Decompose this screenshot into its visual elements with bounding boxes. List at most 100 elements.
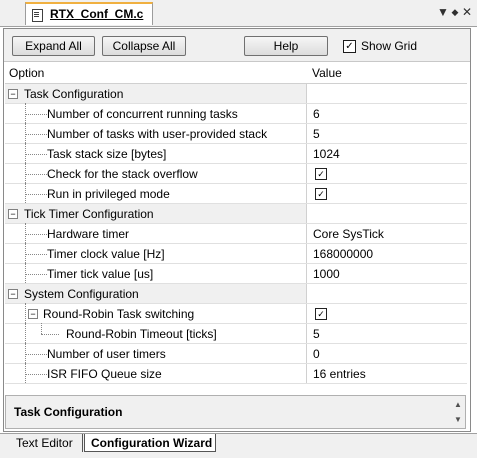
option-value: 6 <box>313 107 320 121</box>
option-label: Round-Robin Task switching <box>43 307 195 321</box>
option-cell: Task stack size [bytes] <box>5 143 307 163</box>
option-row[interactable]: Timer clock value [Hz] 168000000 <box>5 243 467 264</box>
tree-connector <box>25 183 26 203</box>
tree-connector <box>25 243 26 263</box>
option-row[interactable]: Timer tick value [us] 1000 <box>5 263 467 284</box>
option-label: Round-Robin Timeout [ticks] <box>66 327 217 341</box>
grid-header: Option Value <box>5 63 467 84</box>
tree-connector <box>25 254 47 255</box>
tree-connector <box>25 354 47 355</box>
help-button[interactable]: Help <box>244 36 328 56</box>
option-row[interactable]: Number of tasks with user-provided stack… <box>5 123 467 144</box>
option-checkbox[interactable]: ✓ <box>315 308 327 320</box>
option-cell: ISR FIFO Queue size <box>5 363 307 383</box>
option-cell: Number of tasks with user-provided stack <box>5 123 307 143</box>
expand-all-button[interactable]: Expand All <box>12 36 95 56</box>
tree-connector <box>25 263 26 283</box>
collapse-toggle-icon[interactable]: − <box>8 89 18 99</box>
tree-connector <box>25 363 26 383</box>
value-cell[interactable]: 0 <box>307 344 467 363</box>
collapse-toggle-icon[interactable]: − <box>8 289 18 299</box>
option-row[interactable]: Number of concurrent running tasks 6 <box>5 103 467 124</box>
tree-connector <box>25 303 26 323</box>
file-tab[interactable]: RTX_Conf_CM.c <box>25 2 153 25</box>
option-checkbox[interactable]: ✓ <box>315 188 327 200</box>
tree-connector <box>41 334 59 335</box>
collapse-toggle-icon[interactable]: − <box>8 209 18 219</box>
tree-connector <box>25 174 47 175</box>
option-row[interactable]: − Round-Robin Task switching ✓ <box>5 303 467 324</box>
tree-connector <box>25 223 26 243</box>
document-icon <box>32 9 43 22</box>
option-cell: − System Configuration <box>5 284 307 303</box>
value-cell[interactable]: ✓ <box>307 164 467 183</box>
file-tab-bar: RTX_Conf_CM.c ▼ ◆ ✕ <box>0 0 477 27</box>
collapse-all-button[interactable]: Collapse All <box>102 36 186 56</box>
tree-connector <box>25 343 26 363</box>
scroll-up-icon[interactable]: ▲ <box>453 400 463 410</box>
group-row[interactable]: − Task Configuration <box>5 84 467 104</box>
value-cell[interactable]: 168000000 <box>307 244 467 263</box>
option-cell: Timer clock value [Hz] <box>5 243 307 263</box>
tree-connector <box>25 274 47 275</box>
option-label: Run in privileged mode <box>47 187 170 201</box>
option-row[interactable]: Run in privileged mode ✓ <box>5 183 467 204</box>
option-label: Number of tasks with user-provided stack <box>47 127 268 141</box>
option-label: Task stack size [bytes] <box>47 147 167 161</box>
tab-text-editor[interactable]: Text Editor <box>6 434 83 452</box>
group-row[interactable]: − System Configuration <box>5 284 467 304</box>
option-checkbox[interactable]: ✓ <box>315 168 327 180</box>
option-cell: Round-Robin Timeout [ticks] <box>5 323 307 343</box>
option-value: 5 <box>313 327 320 341</box>
group-row[interactable]: − Tick Timer Configuration <box>5 204 467 224</box>
tree-connector <box>25 103 26 123</box>
option-row[interactable]: Number of user timers 0 <box>5 343 467 364</box>
close-icon[interactable]: ✕ <box>460 5 474 19</box>
option-label: ISR FIFO Queue size <box>47 367 162 381</box>
value-cell[interactable]: 16 entries <box>307 364 467 383</box>
value-cell[interactable]: ✓ <box>307 304 467 323</box>
show-grid-label: Show Grid <box>361 39 418 53</box>
scroll-down-icon[interactable]: ▼ <box>453 415 463 425</box>
value-cell[interactable]: 1024 <box>307 144 467 163</box>
option-row[interactable]: Task stack size [bytes] 1024 <box>5 143 467 164</box>
option-row[interactable]: ISR FIFO Queue size 16 entries <box>5 363 467 384</box>
option-row[interactable]: Hardware timer Core SysTick <box>5 223 467 244</box>
tree-connector <box>25 114 47 115</box>
value-cell[interactable]: Core SysTick <box>307 224 467 243</box>
option-column-header: Option <box>9 66 45 80</box>
option-value: 0 <box>313 347 320 361</box>
option-label: Timer tick value [us] <box>47 267 154 281</box>
show-grid-checkbox[interactable]: ✓ <box>343 40 356 53</box>
value-cell[interactable]: ✓ <box>307 184 467 203</box>
value-cell[interactable]: 1000 <box>307 264 467 283</box>
value-cell[interactable]: 5 <box>307 324 467 343</box>
wizard-toolbar: Expand All Collapse All Help ✓ Show Grid <box>4 29 470 62</box>
value-cell <box>307 284 467 303</box>
option-value: 168000000 <box>313 247 374 261</box>
option-cell: Timer tick value [us] <box>5 263 307 283</box>
tree-connector <box>41 323 42 334</box>
option-row[interactable]: Round-Robin Timeout [ticks] 5 <box>5 323 467 344</box>
description-panel: Task Configuration ▲ ▼ <box>5 395 466 429</box>
tree-connector <box>25 123 26 143</box>
option-value: 5 <box>313 127 320 141</box>
tab-configuration-wizard[interactable]: Configuration Wizard <box>84 434 216 452</box>
option-cell: Number of user timers <box>5 343 307 363</box>
collapse-toggle-icon[interactable]: − <box>28 309 38 319</box>
option-label: System Configuration <box>24 287 139 301</box>
option-value: Core SysTick <box>313 227 384 241</box>
option-value: 16 entries <box>313 367 366 381</box>
value-column-header: Value <box>312 66 342 80</box>
option-row[interactable]: Check for the stack overflow ✓ <box>5 163 467 184</box>
option-label: Check for the stack overflow <box>47 167 198 181</box>
value-cell[interactable]: 5 <box>307 124 467 143</box>
tree-connector <box>25 194 47 195</box>
tree-connector <box>25 134 47 135</box>
value-cell[interactable]: 6 <box>307 104 467 123</box>
tree-connector <box>25 154 47 155</box>
tree-connector <box>25 163 26 183</box>
option-label: Tick Timer Configuration <box>24 207 154 221</box>
option-value: 1000 <box>313 267 340 281</box>
value-cell <box>307 204 467 223</box>
